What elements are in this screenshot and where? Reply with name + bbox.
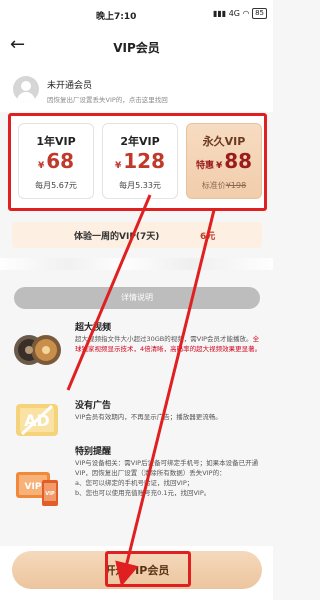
signal-icon: ▮▮▮ — [212, 9, 227, 18]
trial-week-option[interactable]: 体验一周的VIP(7天) 6元 — [12, 222, 262, 248]
plan-monthly: 每月5.67元 — [35, 181, 77, 190]
plan-name: 2年VIP — [120, 135, 160, 148]
plan-card-1-year[interactable]: 1年VIP ¥68 每月5.67元 — [18, 123, 94, 199]
bottom-bar: 开通VIP会员 — [0, 546, 273, 600]
feature-description: VIP会员有效期内，不再显示广告；播放器更流畅。 — [75, 413, 222, 421]
plan-card-2-year[interactable]: 2年VIP ¥128 每月5.33元 — [102, 123, 178, 199]
status-bar: 晚上7:10 ▮▮▮ 4G ◠ 85 — [0, 0, 273, 28]
trial-price: 6元 — [200, 232, 216, 242]
status-time: 晚上7:10 — [96, 12, 137, 22]
blurred-row — [0, 258, 273, 270]
status-icons: ▮▮▮ 4G ◠ 85 — [213, 8, 267, 19]
plan-card-lifetime[interactable]: 永久VIP 特惠 ¥88 标准价¥198 — [186, 123, 262, 199]
vip-devices-icon: VIP VIP — [16, 472, 58, 506]
plan-price: ¥68 — [37, 149, 75, 173]
highlight-box — [105, 551, 191, 587]
feature-description: VIP与设备相关：需VIP后设备可绑定手机号；如果本设备已开通VIP，因恢复出厂… — [75, 459, 259, 497]
battery-icon: 85 — [252, 8, 267, 19]
open-vip-button[interactable]: 开通VIP会员 — [12, 551, 262, 589]
feature-title: 特别提醒 — [75, 447, 112, 457]
user-info-bar[interactable]: 未开通会员 因恢复出厂设置丢失VIP的，点击这里找回 — [0, 64, 273, 112]
wifi-icon: ◠ — [242, 9, 250, 18]
feature-title: 没有广告 — [75, 401, 112, 411]
plan-monthly: 每月5.33元 — [119, 181, 161, 190]
trial-label: 体验一周的VIP(7天) — [74, 232, 160, 242]
feature-description: 超大视频指文件大小超过30GB的视频，需VIP会员才能播放。全球独家视频显示技术… — [75, 335, 262, 353]
svg-text:VIP: VIP — [25, 482, 42, 492]
plan-price: ¥128 — [114, 149, 165, 173]
avatar — [13, 76, 39, 102]
plan-price: 特惠 ¥88 — [195, 149, 253, 173]
network-label: 4G — [228, 9, 240, 18]
svg-text:VIP: VIP — [45, 491, 55, 497]
ad-block-icon: AD — [16, 404, 58, 436]
plan-name: 永久VIP — [202, 135, 246, 148]
film-reel-icon — [14, 335, 61, 365]
feature-title: 超大视频 — [75, 323, 112, 333]
membership-status: 未开通会员 — [47, 81, 93, 91]
restore-vip-link[interactable]: 因恢复出厂设置丢失VIP的，点击这里找回 — [47, 94, 168, 104]
plan-standard-price: 标准价¥198 — [201, 181, 247, 190]
details-button[interactable]: 详情说明 — [14, 287, 260, 309]
nav-bar: ← VIP会员 — [0, 28, 273, 64]
plan-name: 1年VIP — [36, 135, 76, 148]
page-title: VIP会员 — [113, 41, 160, 55]
plan-options: 1年VIP ¥68 每月5.67元 2年VIP ¥128 每月5.33元 永久V… — [8, 113, 267, 211]
